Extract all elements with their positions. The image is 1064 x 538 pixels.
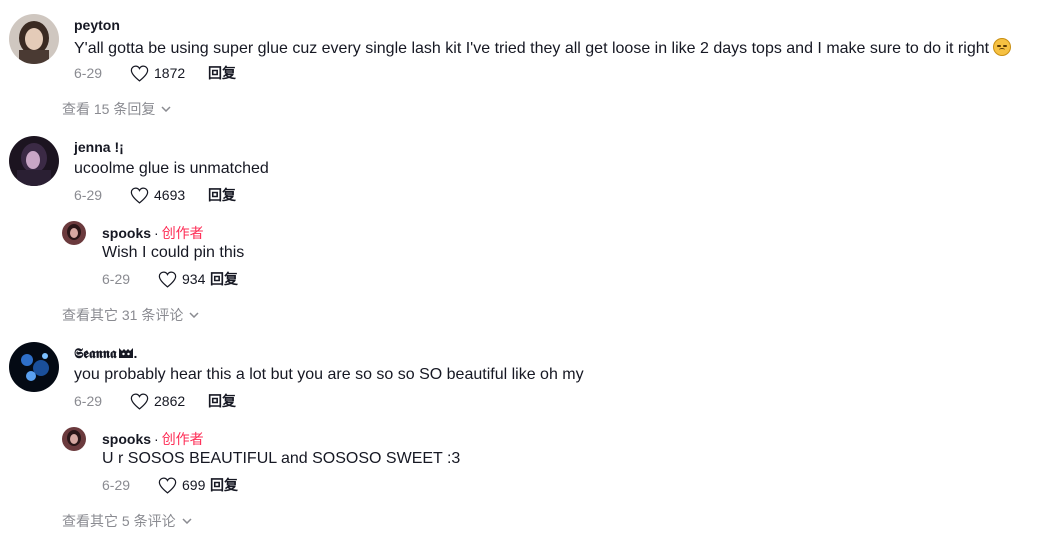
comment-text: Y'all gotta be using super glue cuz ever… [74,38,1012,58]
comment-meta: 6-29 2862 回复 [74,391,236,411]
like-button[interactable]: 2862 [130,393,208,410]
reply-button[interactable]: 回复 [208,391,236,411]
avatar[interactable] [9,342,59,392]
heart-icon [130,393,149,410]
reply-username[interactable]: spooks · 创作者 [102,429,204,449]
comment-text: ucoolme glue is unmatched [74,160,269,177]
comment-date: 6-29 [74,187,103,203]
view-more-comments[interactable]: 查看其它 5 条评论 [62,511,192,531]
like-button[interactable]: 934 [158,271,210,288]
reply-date: 6-29 [102,271,131,287]
reply-username[interactable]: spooks · 创作者 [102,223,204,243]
comment-meta: 6-29 1872 回复 [74,63,236,83]
reply-button[interactable]: 回复 [208,185,236,205]
chevron-down-icon [189,312,199,318]
reply-text: Wish I could pin this [102,244,245,261]
reply-meta: 6-29 934 回复 [102,269,238,289]
comment-username[interactable]: 𝕾𝖊𝖆𝖓𝖓𝖆. [74,345,137,362]
reply-button[interactable]: 回复 [208,63,236,83]
comment-date: 6-29 [74,65,103,81]
disappointed-face-icon [993,38,1012,56]
like-count: 2862 [154,393,186,409]
heart-icon [130,187,149,204]
comment-username[interactable]: jenna !¡ [74,139,124,155]
like-button[interactable]: 699 [158,477,210,494]
reply-button[interactable]: 回复 [210,269,238,289]
comment-meta: 6-29 4693 回复 [74,185,236,205]
comment-username[interactable]: peyton [74,17,120,33]
creator-badge: 创作者 [161,225,204,241]
creator-badge: 创作者 [161,431,204,447]
heart-icon [158,271,177,288]
cat-icon [118,348,133,358]
reply-text: U r SOSOS BEAUTIFUL and SOSOSO SWEET :3 [102,450,461,467]
like-count: 934 [182,271,206,287]
heart-icon [130,65,149,82]
avatar[interactable] [9,14,59,64]
chevron-down-icon [161,106,171,112]
comment-date: 6-29 [74,393,103,409]
chevron-down-icon [182,518,192,524]
like-button[interactable]: 4693 [130,187,208,204]
view-more-comments[interactable]: 查看其它 31 条评论 [62,305,199,325]
avatar[interactable] [62,221,86,245]
avatar[interactable] [62,427,86,451]
like-count: 4693 [154,187,186,203]
avatar[interactable] [9,136,59,186]
comment-text: you probably hear this a lot but you are… [74,366,584,383]
reply-date: 6-29 [102,477,131,493]
reply-button[interactable]: 回复 [210,475,238,495]
like-count: 1872 [154,65,186,81]
like-button[interactable]: 1872 [130,65,208,82]
view-more-replies[interactable]: 查看 15 条回复 [62,99,171,119]
heart-icon [158,477,177,494]
like-count: 699 [182,477,206,493]
reply-meta: 6-29 699 回复 [102,475,238,495]
